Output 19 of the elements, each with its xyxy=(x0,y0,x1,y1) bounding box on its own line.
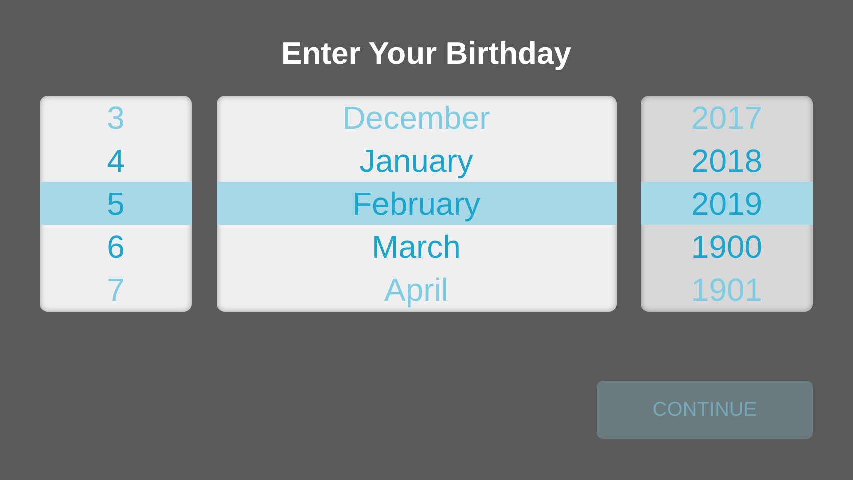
page-title: Enter Your Birthday xyxy=(282,35,572,73)
picker-option[interactable]: 6 xyxy=(40,225,192,268)
picker-wheel[interactable]: December January February March April xyxy=(216,96,616,312)
picker-option[interactable]: 4 xyxy=(40,139,192,182)
picker-option[interactable]: 1901 xyxy=(641,268,813,311)
picker-option[interactable]: 5 xyxy=(40,182,192,225)
picker-option[interactable]: 7 xyxy=(40,268,192,311)
picker-option[interactable]: January xyxy=(216,139,616,182)
picker-option[interactable]: 2018 xyxy=(641,139,813,182)
picker-option[interactable]: December xyxy=(216,96,616,139)
picker-wheel[interactable]: 3 4 5 6 7 xyxy=(40,96,192,312)
picker-option[interactable]: April xyxy=(216,268,616,311)
picker-option[interactable]: March xyxy=(216,225,616,268)
picker-option[interactable]: February xyxy=(216,182,616,225)
picker-wheel[interactable]: 2017 2018 2019 1900 1901 xyxy=(641,96,813,312)
picker-option[interactable]: 2019 xyxy=(641,182,813,225)
picker-option[interactable]: 2017 xyxy=(641,96,813,139)
picker-option[interactable]: 1900 xyxy=(641,225,813,268)
picker-option[interactable]: 3 xyxy=(40,96,192,139)
